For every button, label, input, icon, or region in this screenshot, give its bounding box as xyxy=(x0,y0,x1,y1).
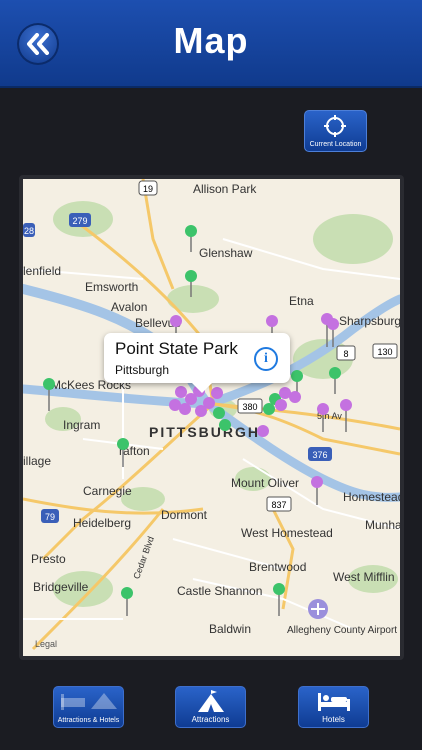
tab-attractions[interactable]: Attractions xyxy=(175,686,246,728)
label-airport: Allegheny County Airport xyxy=(287,625,397,636)
pin-green xyxy=(291,370,303,394)
label-bridgeville: Bridgeville xyxy=(33,580,89,594)
label-lenfield: lenfield xyxy=(23,264,61,278)
bed-icon xyxy=(318,693,350,711)
svg-text:79: 79 xyxy=(45,512,55,522)
page-title: Map xyxy=(173,20,249,61)
airport-marker xyxy=(308,599,328,619)
current-location-button[interactable]: Current Location xyxy=(304,110,367,152)
tent-icon xyxy=(198,690,224,712)
map-legal-link: Legal xyxy=(35,639,57,649)
svg-text:837: 837 xyxy=(271,500,286,510)
callout-subtitle: Pittsburgh xyxy=(115,363,170,377)
svg-text:8: 8 xyxy=(343,349,348,359)
bed-tent-icon xyxy=(61,693,117,710)
label-illage: illage xyxy=(23,454,51,468)
info-icon[interactable]: i xyxy=(254,347,278,371)
label-mount-oliver: Mount Oliver xyxy=(231,476,299,490)
label-glenshaw: Glenshaw xyxy=(199,246,253,260)
pin-purple xyxy=(311,476,323,505)
shield-380: 380 xyxy=(237,398,263,414)
svg-text:19: 19 xyxy=(143,184,153,194)
label-munhall: Munhall xyxy=(365,518,400,532)
map-callout[interactable]: Point State Park Pittsburgh i xyxy=(104,333,290,393)
pin-green xyxy=(121,587,133,616)
label-homestead: Homestead xyxy=(343,490,400,504)
shield-837: 837 xyxy=(266,496,292,512)
label-sharpsburg: Sharpsburg xyxy=(339,314,400,328)
svg-text:28: 28 xyxy=(24,226,34,236)
label-avalon: Avalon xyxy=(111,300,147,314)
label-emsworth: Emsworth xyxy=(85,280,138,294)
label-dormont: Dormont xyxy=(161,508,208,522)
label-carnegie: Carnegie xyxy=(83,484,132,498)
label-etna: Etna xyxy=(289,294,314,308)
pin-green xyxy=(329,367,341,394)
current-location-label: Current Location xyxy=(309,141,362,148)
tab-hotels[interactable]: Hotels xyxy=(298,686,369,728)
callout-title: Point State Park xyxy=(115,339,238,358)
label-baldwin: Baldwin xyxy=(209,622,251,636)
label-west-mifflin: West Mifflin xyxy=(333,570,395,584)
tab-attractions-hotels[interactable]: Attractions & Hotels xyxy=(53,686,124,728)
shield-28: 28 xyxy=(23,223,35,237)
crosshair-icon xyxy=(324,115,346,137)
shield-376: 376 xyxy=(308,447,332,461)
label-pittsburgh: PITTSBURGH xyxy=(149,424,260,440)
svg-text:130: 130 xyxy=(377,347,392,357)
label-ingram: Ingram xyxy=(63,418,100,432)
shield-19: 19 xyxy=(138,180,158,196)
label-allison-park: Allison Park xyxy=(193,182,257,196)
map-canvas: 19 279 28 8 130 380 376 79 837 Allison P… xyxy=(23,179,400,651)
pin-green xyxy=(185,225,197,252)
svg-text:380: 380 xyxy=(242,402,257,412)
tab-label: Attractions xyxy=(191,715,230,724)
label-brentwood: Brentwood xyxy=(249,560,306,574)
svg-text:279: 279 xyxy=(72,216,87,226)
tab-label: Hotels xyxy=(322,715,345,724)
tab-label: Attractions & Hotels xyxy=(57,717,120,724)
label-castle-shannon: Castle Shannon xyxy=(177,584,262,598)
label-presto: Presto xyxy=(31,552,66,566)
shield-279: 279 xyxy=(69,213,91,227)
header-bar: Map xyxy=(0,0,422,88)
shield-130: 130 xyxy=(372,343,398,359)
shield-79: 79 xyxy=(41,509,59,523)
shield-8: 8 xyxy=(336,345,356,361)
label-west-homestead: West Homestead xyxy=(241,526,333,540)
svg-text:376: 376 xyxy=(312,450,327,460)
map-view[interactable]: 19 279 28 8 130 380 376 79 837 Allison P… xyxy=(19,175,404,660)
label-heidelberg: Heidelberg xyxy=(73,516,131,530)
